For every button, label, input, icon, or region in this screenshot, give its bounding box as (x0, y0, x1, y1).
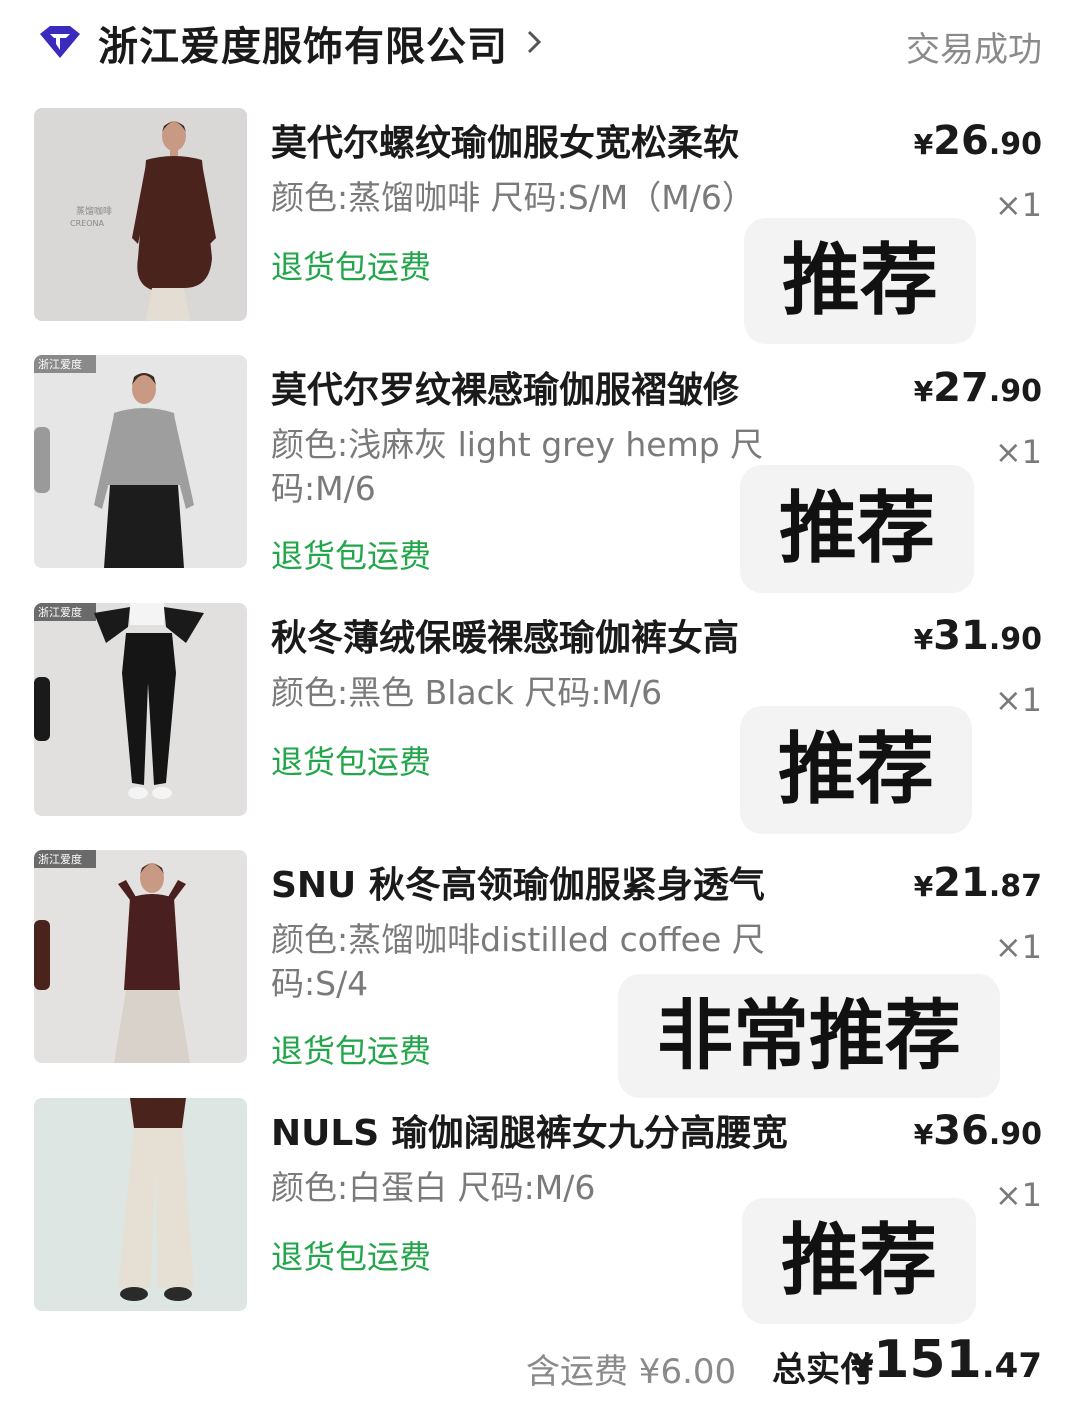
price-currency: ¥ (913, 623, 934, 656)
product-price: ¥36.90 (914, 1108, 1042, 1154)
price-currency: ¥ (913, 1118, 934, 1151)
total-decimal: .47 (981, 1346, 1042, 1386)
order-item[interactable]: 浙江爱度 SNU 秋冬高领瑜伽服紧身透气 颜色:蒸馏咖啡distilled co… (0, 850, 1080, 1098)
price-integer: 36 (933, 1108, 989, 1154)
refund-shipping-label: 退货包运费 (271, 1032, 432, 1070)
order-item[interactable]: NULS 瑜伽阔腿裤女九分高腰宽 颜色:白蛋白 尺码:M/6 退货包运费 ¥36… (0, 1098, 1080, 1338)
order-item[interactable]: 蒸馏咖啡 CREONA 莫代尔螺纹瑜伽服女宽松柔软 颜色:蒸馏咖啡 尺码:S/M… (0, 108, 1080, 348)
price-decimal: .90 (988, 1117, 1042, 1152)
product-title[interactable]: NULS 瑜伽阔腿裤女九分高腰宽 (271, 1104, 811, 1156)
total-integer: 151 (873, 1330, 982, 1390)
price-integer: 21 (933, 860, 989, 906)
price-integer: 27 (933, 365, 989, 411)
recommend-tag: 非常推荐 (618, 974, 1000, 1098)
price-currency: ¥ (913, 128, 934, 161)
product-quantity: ×1 (994, 928, 1042, 966)
shop-badge-icon (40, 26, 80, 58)
refund-shipping-label: 退货包运费 (271, 1238, 432, 1276)
price-currency: ¥ (913, 870, 934, 903)
price-integer: 26 (933, 118, 989, 164)
price-decimal: .90 (988, 127, 1042, 162)
refund-shipping-label: 退货包运费 (271, 537, 432, 575)
order-header: 浙江爱度服饰有限公司 交易成功 (0, 0, 1080, 90)
product-title[interactable]: 莫代尔螺纹瑜伽服女宽松柔软 (271, 114, 811, 166)
shop-name[interactable]: 浙江爱度服饰有限公司 (98, 14, 508, 72)
order-status: 交易成功 (906, 30, 1042, 70)
product-thumbnail[interactable]: 蒸馏咖啡 CREONA (34, 108, 247, 321)
product-price: ¥21.87 (914, 860, 1042, 906)
price-decimal: .87 (988, 869, 1042, 904)
product-title[interactable]: 秋冬薄绒保暖裸感瑜伽裤女高 (271, 609, 811, 661)
svg-text:浙江爱度: 浙江爱度 (38, 357, 82, 371)
recommend-tag-text: 推荐 (777, 725, 934, 815)
product-price: ¥26.90 (914, 118, 1042, 164)
product-quantity: ×1 (994, 681, 1042, 719)
order-item[interactable]: 浙江爱度 秋冬薄绒保暖裸感瑜伽裤女高 颜色:黑色 Black 尺码:M/6 退货… (0, 603, 1080, 843)
product-thumbnail[interactable]: 浙江爱度 (34, 355, 247, 568)
product-spec: 颜色:黑色 Black 尺码:M/6 (271, 673, 663, 712)
shipping-fee: 含运费 ¥6.00 (526, 1352, 737, 1392)
recommend-tag: 推荐 (744, 218, 976, 344)
product-thumbnail[interactable] (34, 1098, 247, 1311)
recommend-tag-text: 推荐 (780, 1216, 937, 1306)
order-total-bar: 含运费 ¥6.00 总实付 ¥151.47 (0, 1330, 1080, 1400)
price-decimal: .90 (988, 622, 1042, 657)
svg-text:浙江爱度: 浙江爱度 (38, 852, 82, 866)
total-paid-amount: ¥151.47 (851, 1330, 1042, 1390)
product-price: ¥27.90 (914, 365, 1042, 411)
order-item[interactable]: 浙江爱度 莫代尔罗纹裸感瑜伽服褶皱修 颜色:浅麻灰 light grey hem… (0, 355, 1080, 595)
price-currency: ¥ (913, 375, 934, 408)
product-spec: 颜色:白蛋白 尺码:M/6 (271, 1168, 596, 1207)
recommend-tag: 推荐 (742, 1198, 976, 1324)
chevron-right-icon[interactable] (524, 28, 544, 56)
product-title[interactable]: 莫代尔罗纹裸感瑜伽服褶皱修 (271, 361, 811, 413)
recommend-tag-text: 推荐 (781, 236, 938, 326)
product-quantity: ×1 (994, 186, 1042, 224)
total-currency: ¥ (850, 1347, 874, 1385)
product-spec: 颜色:蒸馏咖啡 尺码:S/M（M/6） (271, 178, 755, 217)
product-thumbnail[interactable]: 浙江爱度 (34, 850, 247, 1063)
refund-shipping-label: 退货包运费 (271, 743, 432, 781)
recommend-tag-text: 非常推荐 (657, 991, 961, 1080)
product-spec: 颜色:浅麻灰 light grey hemp 尺码:M/6 (271, 425, 764, 508)
svg-text:CREONA: CREONA (70, 219, 104, 228)
product-quantity: ×1 (994, 433, 1042, 471)
price-decimal: .90 (988, 374, 1042, 409)
product-title[interactable]: SNU 秋冬高领瑜伽服紧身透气 (271, 856, 811, 908)
product-quantity: ×1 (994, 1176, 1042, 1214)
refund-shipping-label: 退货包运费 (271, 248, 432, 286)
recommend-tag: 推荐 (740, 706, 972, 834)
recommend-tag: 推荐 (740, 465, 974, 593)
svg-text:蒸馏咖啡: 蒸馏咖啡 (76, 205, 112, 217)
product-thumbnail[interactable]: 浙江爱度 (34, 603, 247, 816)
price-integer: 31 (933, 613, 989, 659)
svg-text:浙江爱度: 浙江爱度 (38, 605, 82, 619)
recommend-tag-text: 推荐 (778, 484, 935, 574)
product-price: ¥31.90 (914, 613, 1042, 659)
